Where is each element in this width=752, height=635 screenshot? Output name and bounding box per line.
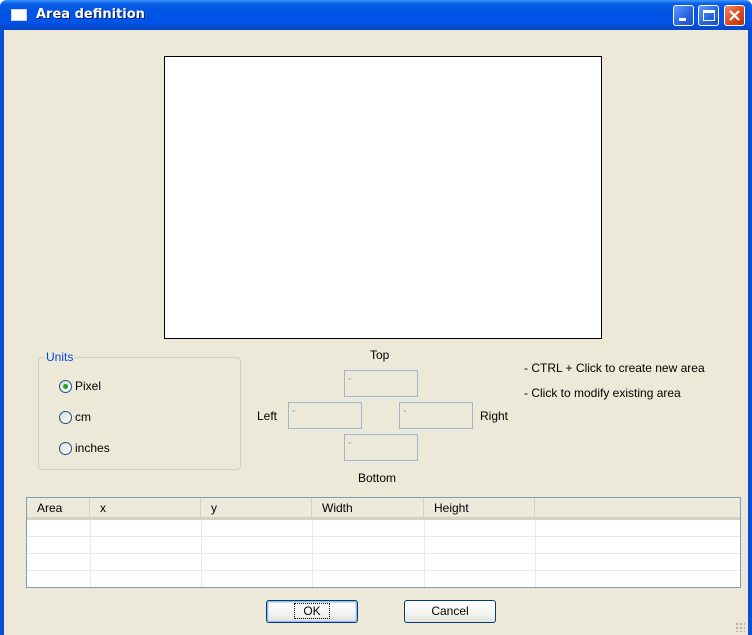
- column-divider: [201, 520, 202, 587]
- column-divider: [312, 520, 313, 587]
- table-row: [27, 571, 740, 587]
- cancel-button-label: Cancel: [431, 604, 469, 618]
- units-group-label: Units: [45, 350, 75, 364]
- inches-radio[interactable]: [59, 441, 72, 455]
- table-row: [27, 537, 740, 554]
- column-header-y[interactable]: y: [201, 498, 312, 517]
- resize-grip-icon[interactable]: [735, 622, 745, 632]
- dialog-client-area: Units Pixel cm inches Top - Left - - Rig…: [4, 30, 748, 635]
- cm-radio[interactable]: [59, 410, 72, 424]
- maximize-icon: [703, 10, 715, 21]
- close-icon: [729, 10, 740, 21]
- area-preview-canvas[interactable]: [164, 56, 602, 339]
- left-field[interactable]: -: [288, 402, 362, 429]
- ok-button-label: OK: [294, 603, 330, 619]
- top-label: Top: [370, 348, 390, 362]
- column-divider: [424, 520, 425, 587]
- hint-create-area: - CTRL + Click to create new area: [524, 361, 705, 375]
- window-icon: [11, 9, 27, 21]
- top-field[interactable]: -: [344, 370, 418, 397]
- column-divider: [535, 520, 536, 587]
- column-header-area[interactable]: Area: [27, 498, 90, 517]
- hint-modify-area: - Click to modify existing area: [524, 386, 681, 400]
- column-header-width[interactable]: Width: [312, 498, 424, 517]
- column-divider: [90, 520, 91, 587]
- areas-table[interactable]: Area x y Width Height: [26, 497, 741, 588]
- bottom-field[interactable]: -: [344, 434, 418, 461]
- right-field[interactable]: -: [399, 402, 473, 429]
- close-button[interactable]: [724, 5, 745, 26]
- cm-radio-label: cm: [75, 410, 91, 424]
- units-option-pixel[interactable]: Pixel: [59, 378, 101, 394]
- minimize-button[interactable]: [673, 5, 694, 26]
- window-title: Area definition: [36, 7, 145, 22]
- inches-radio-label: inches: [75, 441, 110, 455]
- table-header: Area x y Width Height: [27, 498, 740, 520]
- right-label: Right: [480, 409, 509, 423]
- minimize-icon: [679, 18, 686, 21]
- pixel-radio[interactable]: [59, 379, 72, 393]
- table-row: [27, 554, 740, 571]
- column-header-x[interactable]: x: [90, 498, 201, 517]
- title-bar[interactable]: Area definition: [0, 0, 752, 30]
- pixel-radio-label: Pixel: [75, 379, 102, 393]
- cancel-button[interactable]: Cancel: [404, 600, 496, 623]
- column-header-height[interactable]: Height: [424, 498, 535, 517]
- left-label: Left: [257, 409, 278, 423]
- ok-button[interactable]: OK: [266, 600, 358, 623]
- area-definition-window: Area definition Units Pixel cm inches To…: [0, 0, 752, 635]
- bottom-label: Bottom: [358, 471, 397, 485]
- units-groupbox: Units Pixel cm inches: [38, 350, 241, 470]
- maximize-button[interactable]: [698, 5, 719, 26]
- table-row: [27, 520, 740, 537]
- units-option-cm[interactable]: cm: [59, 409, 91, 425]
- units-option-inches[interactable]: inches: [59, 440, 110, 456]
